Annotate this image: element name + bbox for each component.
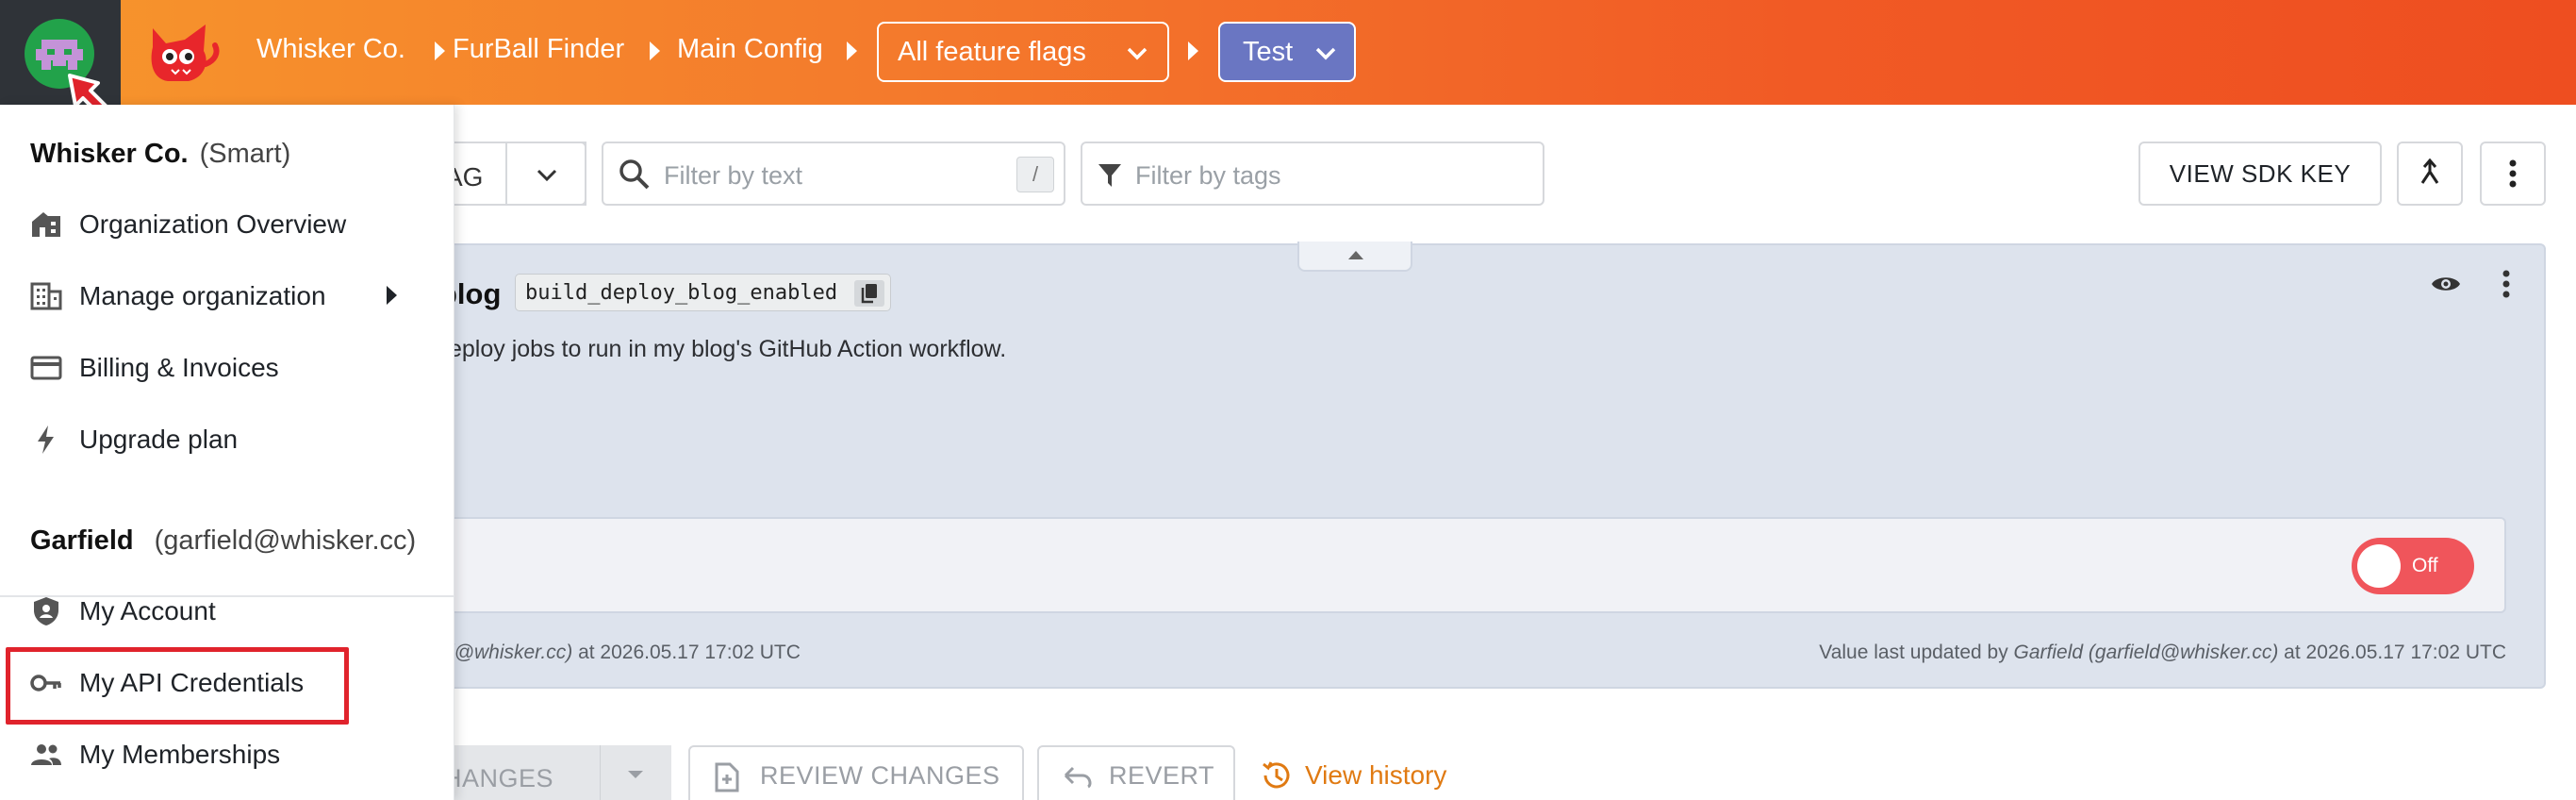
organization-name: Whisker Co. <box>30 139 189 169</box>
credit-card-icon <box>30 356 62 380</box>
config-selector-label: All feature flags <box>898 36 1086 67</box>
chevron-down-icon <box>1315 47 1336 60</box>
add-flag-dropdown-button[interactable] <box>505 142 586 206</box>
merge-arrow-icon <box>2420 158 2439 184</box>
revert-button[interactable]: REVERT <box>1037 745 1235 800</box>
menu-item-manage-organization[interactable]: Manage organization <box>0 267 454 324</box>
flag-description: eploy jobs to run in my blog's GitHub Ac… <box>449 336 1007 362</box>
revert-label: REVERT <box>1109 760 1215 790</box>
undo-icon <box>1064 766 1092 789</box>
breadcrumb-product[interactable]: FurBall Finder <box>453 34 624 65</box>
flag-more-options-icon[interactable] <box>2502 270 2510 298</box>
submenu-arrow-icon <box>387 286 397 305</box>
office-building-icon <box>30 282 62 310</box>
menu-item-label: Organization Overview <box>79 209 347 239</box>
user-name: Garfield <box>30 525 134 556</box>
building-home-icon <box>32 212 60 237</box>
copy-icon <box>861 284 878 304</box>
account-dropdown-menu: Whisker Co. (Smart) Organization Overview… <box>0 105 454 800</box>
keyboard-shortcut-badge: / <box>1016 157 1054 192</box>
last-updated-left-user: d@whisker.cc) <box>443 642 573 663</box>
menu-item-label: My Memberships <box>79 740 281 769</box>
more-options-button[interactable] <box>2480 142 2546 206</box>
save-changes-label: HANGES <box>443 764 554 792</box>
flag-key: build_deploy_blog_enabled <box>525 281 838 305</box>
shield-account-icon <box>34 597 58 625</box>
user-header: Garfield (garfield@whisker.cc) <box>30 525 416 557</box>
eye-icon[interactable] <box>2431 274 2461 294</box>
chevron-up-icon <box>1348 251 1363 259</box>
caret-down-icon <box>628 771 643 778</box>
top-bar: Whisker Co. FurBall Finder Main Config A… <box>0 0 2576 125</box>
filter-by-tags-input[interactable]: Filter by tags <box>1081 142 1544 206</box>
breadcrumb-separator-icon <box>650 42 660 60</box>
save-changes-dropdown-button[interactable] <box>600 745 671 800</box>
last-updated-left: d@whisker.cc) at 2026.05.17 17:02 UTC <box>443 642 801 664</box>
value-last-updated: Value last updated by Garfield (garfield… <box>1819 642 2506 664</box>
review-changes-button[interactable]: REVIEW CHANGES <box>688 745 1024 800</box>
organization-plan: (Smart) <box>199 139 291 169</box>
menu-item-my-memberships[interactable]: My Memberships <box>0 725 454 782</box>
view-sdk-key-button[interactable]: VIEW SDK KEY <box>2138 142 2382 206</box>
filter-by-text-input[interactable]: Filter by text / <box>602 142 1065 206</box>
filter-funnel-icon <box>1098 164 1121 187</box>
value-last-updated-prefix: Value last updated by <box>1819 642 2014 663</box>
collapse-card-button[interactable] <box>1297 242 1412 272</box>
toggle-knob <box>2357 544 2401 588</box>
menu-item-label: Billing & Invoices <box>79 353 279 382</box>
breadcrumb-config[interactable]: Main Config <box>677 34 823 65</box>
breadcrumb-separator-icon <box>435 42 445 60</box>
history-clock-icon <box>1263 761 1290 789</box>
chevron-down-icon <box>537 169 557 182</box>
chevron-down-icon <box>1127 47 1148 60</box>
flag-key-chip: build_deploy_blog_enabled <box>515 274 892 311</box>
value-last-updated-user: Garfield (garfield@whisker.cc) <box>2013 642 2279 663</box>
filter-tags-placeholder: Filter by tags <box>1135 161 1281 190</box>
review-changes-label: REVIEW CHANGES <box>760 760 1000 790</box>
people-icon <box>31 744 61 765</box>
toggle-label: Off <box>2412 555 2438 576</box>
view-history-link[interactable]: View history <box>1305 760 1446 791</box>
menu-item-billing-invoices[interactable]: Billing & Invoices <box>0 339 454 395</box>
menu-item-my-account[interactable]: My Account <box>0 582 454 639</box>
flag-value-toggle[interactable]: Off <box>2352 538 2474 594</box>
app-logo-icon[interactable] <box>147 19 223 87</box>
copy-key-button[interactable] <box>854 280 885 307</box>
organization-header: Whisker Co. (Smart) <box>30 139 290 170</box>
search-icon <box>619 159 650 190</box>
value-last-updated-time: at 2026.05.17 17:02 UTC <box>2278 642 2506 663</box>
menu-item-label: Manage organization <box>79 281 326 310</box>
breadcrumb-separator-icon <box>1188 42 1198 60</box>
merge-button[interactable] <box>2397 142 2463 206</box>
breadcrumb-organization[interactable]: Whisker Co. <box>256 34 405 65</box>
filter-text-placeholder: Filter by text <box>664 161 803 190</box>
last-updated-left-time: at 2026.05.17 17:02 UTC <box>572 642 801 663</box>
breadcrumb-separator-icon <box>847 42 857 60</box>
lightning-icon <box>38 425 54 454</box>
flag-value-row <box>443 517 2506 613</box>
config-selector-button[interactable]: All feature flags <box>877 22 1169 82</box>
user-avatar-button[interactable] <box>0 0 121 125</box>
environment-selector-button[interactable]: Test <box>1218 22 1356 82</box>
menu-item-upgrade-plan[interactable]: Upgrade plan <box>0 410 454 467</box>
file-review-icon <box>715 762 739 792</box>
menu-item-label: Upgrade plan <box>79 425 239 454</box>
user-email: (garfield@whisker.cc) <box>154 525 417 556</box>
more-vertical-icon <box>2509 159 2517 188</box>
environment-label: Test <box>1243 36 1294 67</box>
menu-item-label: My Account <box>79 596 216 625</box>
menu-item-organization-overview[interactable]: Organization Overview <box>0 195 454 252</box>
highlight-box <box>6 647 349 725</box>
view-sdk-key-label: VIEW SDK KEY <box>2169 158 2352 188</box>
